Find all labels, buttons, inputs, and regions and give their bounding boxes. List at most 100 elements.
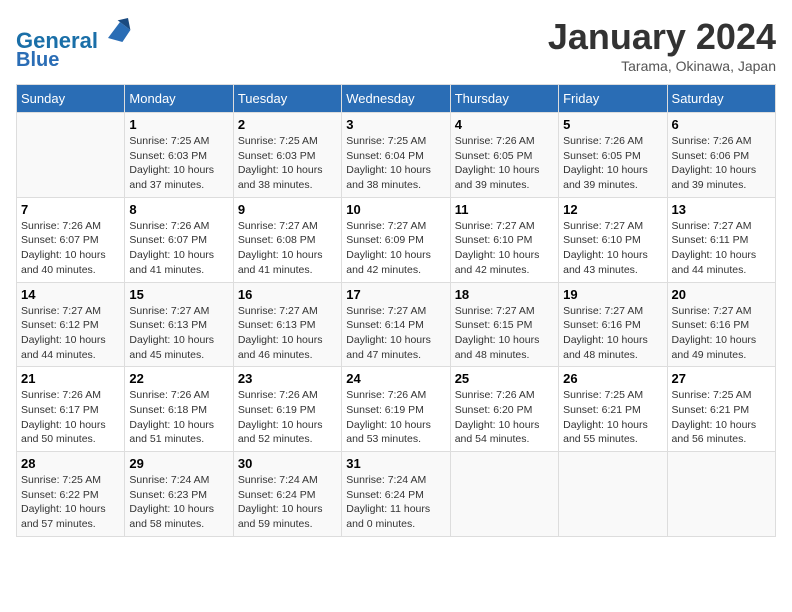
calendar-header: SundayMondayTuesdayWednesdayThursdayFrid… — [17, 85, 776, 113]
calendar-week-1: 1 Sunrise: 7:25 AM Sunset: 6:03 PM Daylig… — [17, 113, 776, 198]
calendar-cell: 18 Sunrise: 7:27 AM Sunset: 6:15 PM Dayli… — [450, 282, 558, 367]
calendar-cell: 23Sunrise: 7:26 AM Sunset: 6:19 PM Dayli… — [233, 367, 341, 452]
calendar-week-2: 7 Sunrise: 7:26 AM Sunset: 6:07 PM Daylig… — [17, 197, 776, 282]
calendar-cell: 4Sunrise: 7:26 AM Sunset: 6:05 PM Daylig… — [450, 113, 558, 198]
day-info: Sunrise: 7:27 AM Sunset: 6:09 PM Dayligh… — [346, 219, 445, 278]
calendar-cell: 30 Sunrise: 7:24 AM Sunset: 6:24 PM Dayli… — [233, 452, 341, 537]
day-info: Sunrise: 7:26 AM Sunset: 6:17 PM Dayligh… — [21, 388, 120, 447]
day-number: 8 — [129, 202, 228, 217]
day-number: 20 — [672, 287, 771, 302]
day-info: Sunrise: 7:25 AM Sunset: 6:04 PM Dayligh… — [346, 134, 445, 193]
calendar-body: 1 Sunrise: 7:25 AM Sunset: 6:03 PM Daylig… — [17, 113, 776, 537]
day-info: Sunrise: 7:27 AM Sunset: 6:10 PM Dayligh… — [455, 219, 554, 278]
day-number: 1 — [129, 117, 228, 132]
day-info: Sunrise: 7:26 AM Sunset: 6:07 PM Dayligh… — [129, 219, 228, 278]
calendar-cell: 9Sunrise: 7:27 AM Sunset: 6:08 PM Daylig… — [233, 197, 341, 282]
day-info: Sunrise: 7:26 AM Sunset: 6:06 PM Dayligh… — [672, 134, 771, 193]
header-cell-saturday: Saturday — [667, 85, 775, 113]
day-info: Sunrise: 7:27 AM Sunset: 6:08 PM Dayligh… — [238, 219, 337, 278]
calendar-cell — [559, 452, 667, 537]
day-number: 6 — [672, 117, 771, 132]
calendar-cell: 25Sunrise: 7:26 AM Sunset: 6:20 PM Dayli… — [450, 367, 558, 452]
day-number: 3 — [346, 117, 445, 132]
calendar-cell: 16Sunrise: 7:27 AM Sunset: 6:13 PM Dayli… — [233, 282, 341, 367]
day-number: 13 — [672, 202, 771, 217]
calendar-cell: 22Sunrise: 7:26 AM Sunset: 6:18 PM Dayli… — [125, 367, 233, 452]
calendar-cell: 24 Sunrise: 7:26 AM Sunset: 6:19 PM Dayli… — [342, 367, 450, 452]
day-info: Sunrise: 7:27 AM Sunset: 6:16 PM Dayligh… — [563, 304, 662, 363]
day-info: Sunrise: 7:24 AM Sunset: 6:24 PM Dayligh… — [238, 473, 337, 532]
day-info: Sunrise: 7:27 AM Sunset: 6:16 PM Dayligh… — [672, 304, 771, 363]
day-info: Sunrise: 7:24 AM Sunset: 6:23 PM Dayligh… — [129, 473, 228, 532]
day-number: 23 — [238, 371, 337, 386]
day-number: 14 — [21, 287, 120, 302]
day-number: 25 — [455, 371, 554, 386]
calendar-table: SundayMondayTuesdayWednesdayThursdayFrid… — [16, 84, 776, 537]
calendar-cell: 11 Sunrise: 7:27 AM Sunset: 6:10 PM Dayli… — [450, 197, 558, 282]
day-info: Sunrise: 7:27 AM Sunset: 6:14 PM Dayligh… — [346, 304, 445, 363]
calendar-cell: 3 Sunrise: 7:25 AM Sunset: 6:04 PM Daylig… — [342, 113, 450, 198]
calendar-cell: 10 Sunrise: 7:27 AM Sunset: 6:09 PM Dayli… — [342, 197, 450, 282]
calendar-cell: 14 Sunrise: 7:27 AM Sunset: 6:12 PM Dayli… — [17, 282, 125, 367]
day-info: Sunrise: 7:26 AM Sunset: 6:19 PM Dayligh… — [346, 388, 445, 447]
calendar-week-3: 14 Sunrise: 7:27 AM Sunset: 6:12 PM Dayli… — [17, 282, 776, 367]
calendar-cell — [17, 113, 125, 198]
day-number: 31 — [346, 456, 445, 471]
header-cell-tuesday: Tuesday — [233, 85, 341, 113]
calendar-cell: 28Sunrise: 7:25 AM Sunset: 6:22 PM Dayli… — [17, 452, 125, 537]
day-info: Sunrise: 7:26 AM Sunset: 6:18 PM Dayligh… — [129, 388, 228, 447]
calendar-cell: 15Sunrise: 7:27 AM Sunset: 6:13 PM Dayli… — [125, 282, 233, 367]
logo-text: General — [16, 16, 132, 53]
calendar-cell: 21 Sunrise: 7:26 AM Sunset: 6:17 PM Dayli… — [17, 367, 125, 452]
calendar-cell: 19 Sunrise: 7:27 AM Sunset: 6:16 PM Dayli… — [559, 282, 667, 367]
day-info: Sunrise: 7:27 AM Sunset: 6:12 PM Dayligh… — [21, 304, 120, 363]
calendar-cell: 6 Sunrise: 7:26 AM Sunset: 6:06 PM Daylig… — [667, 113, 775, 198]
calendar-cell — [450, 452, 558, 537]
header-cell-sunday: Sunday — [17, 85, 125, 113]
header-row: SundayMondayTuesdayWednesdayThursdayFrid… — [17, 85, 776, 113]
day-number: 24 — [346, 371, 445, 386]
day-info: Sunrise: 7:25 AM Sunset: 6:21 PM Dayligh… — [563, 388, 662, 447]
calendar-cell: 17 Sunrise: 7:27 AM Sunset: 6:14 PM Dayli… — [342, 282, 450, 367]
day-info: Sunrise: 7:26 AM Sunset: 6:05 PM Dayligh… — [563, 134, 662, 193]
day-number: 27 — [672, 371, 771, 386]
calendar-cell: 1 Sunrise: 7:25 AM Sunset: 6:03 PM Daylig… — [125, 113, 233, 198]
calendar-cell: 31 Sunrise: 7:24 AM Sunset: 6:24 PM Dayli… — [342, 452, 450, 537]
location-subtitle: Tarama, Okinawa, Japan — [548, 58, 776, 74]
day-number: 4 — [455, 117, 554, 132]
day-number: 2 — [238, 117, 337, 132]
calendar-cell: 7 Sunrise: 7:26 AM Sunset: 6:07 PM Daylig… — [17, 197, 125, 282]
day-info: Sunrise: 7:27 AM Sunset: 6:15 PM Dayligh… — [455, 304, 554, 363]
day-number: 16 — [238, 287, 337, 302]
day-info: Sunrise: 7:25 AM Sunset: 6:22 PM Dayligh… — [21, 473, 120, 532]
month-title: January 2024 — [548, 16, 776, 58]
day-number: 21 — [21, 371, 120, 386]
day-number: 18 — [455, 287, 554, 302]
header-cell-monday: Monday — [125, 85, 233, 113]
calendar-cell: 5 Sunrise: 7:26 AM Sunset: 6:05 PM Daylig… — [559, 113, 667, 198]
page-header: General Blue January 2024 Tarama, Okinaw… — [16, 16, 776, 74]
day-info: Sunrise: 7:26 AM Sunset: 6:07 PM Dayligh… — [21, 219, 120, 278]
day-number: 30 — [238, 456, 337, 471]
calendar-cell: 12Sunrise: 7:27 AM Sunset: 6:10 PM Dayli… — [559, 197, 667, 282]
day-info: Sunrise: 7:24 AM Sunset: 6:24 PM Dayligh… — [346, 473, 445, 532]
day-number: 10 — [346, 202, 445, 217]
calendar-cell — [667, 452, 775, 537]
calendar-cell: 27 Sunrise: 7:25 AM Sunset: 6:21 PM Dayli… — [667, 367, 775, 452]
day-number: 19 — [563, 287, 662, 302]
day-number: 7 — [21, 202, 120, 217]
calendar-cell: 20 Sunrise: 7:27 AM Sunset: 6:16 PM Dayli… — [667, 282, 775, 367]
day-number: 11 — [455, 202, 554, 217]
day-info: Sunrise: 7:25 AM Sunset: 6:21 PM Dayligh… — [672, 388, 771, 447]
day-number: 12 — [563, 202, 662, 217]
day-number: 17 — [346, 287, 445, 302]
calendar-cell: 26Sunrise: 7:25 AM Sunset: 6:21 PM Dayli… — [559, 367, 667, 452]
day-number: 15 — [129, 287, 228, 302]
calendar-cell: 13Sunrise: 7:27 AM Sunset: 6:11 PM Dayli… — [667, 197, 775, 282]
day-number: 29 — [129, 456, 228, 471]
header-cell-thursday: Thursday — [450, 85, 558, 113]
calendar-cell: 8 Sunrise: 7:26 AM Sunset: 6:07 PM Daylig… — [125, 197, 233, 282]
day-info: Sunrise: 7:25 AM Sunset: 6:03 PM Dayligh… — [129, 134, 228, 193]
day-info: Sunrise: 7:25 AM Sunset: 6:03 PM Dayligh… — [238, 134, 337, 193]
day-number: 5 — [563, 117, 662, 132]
